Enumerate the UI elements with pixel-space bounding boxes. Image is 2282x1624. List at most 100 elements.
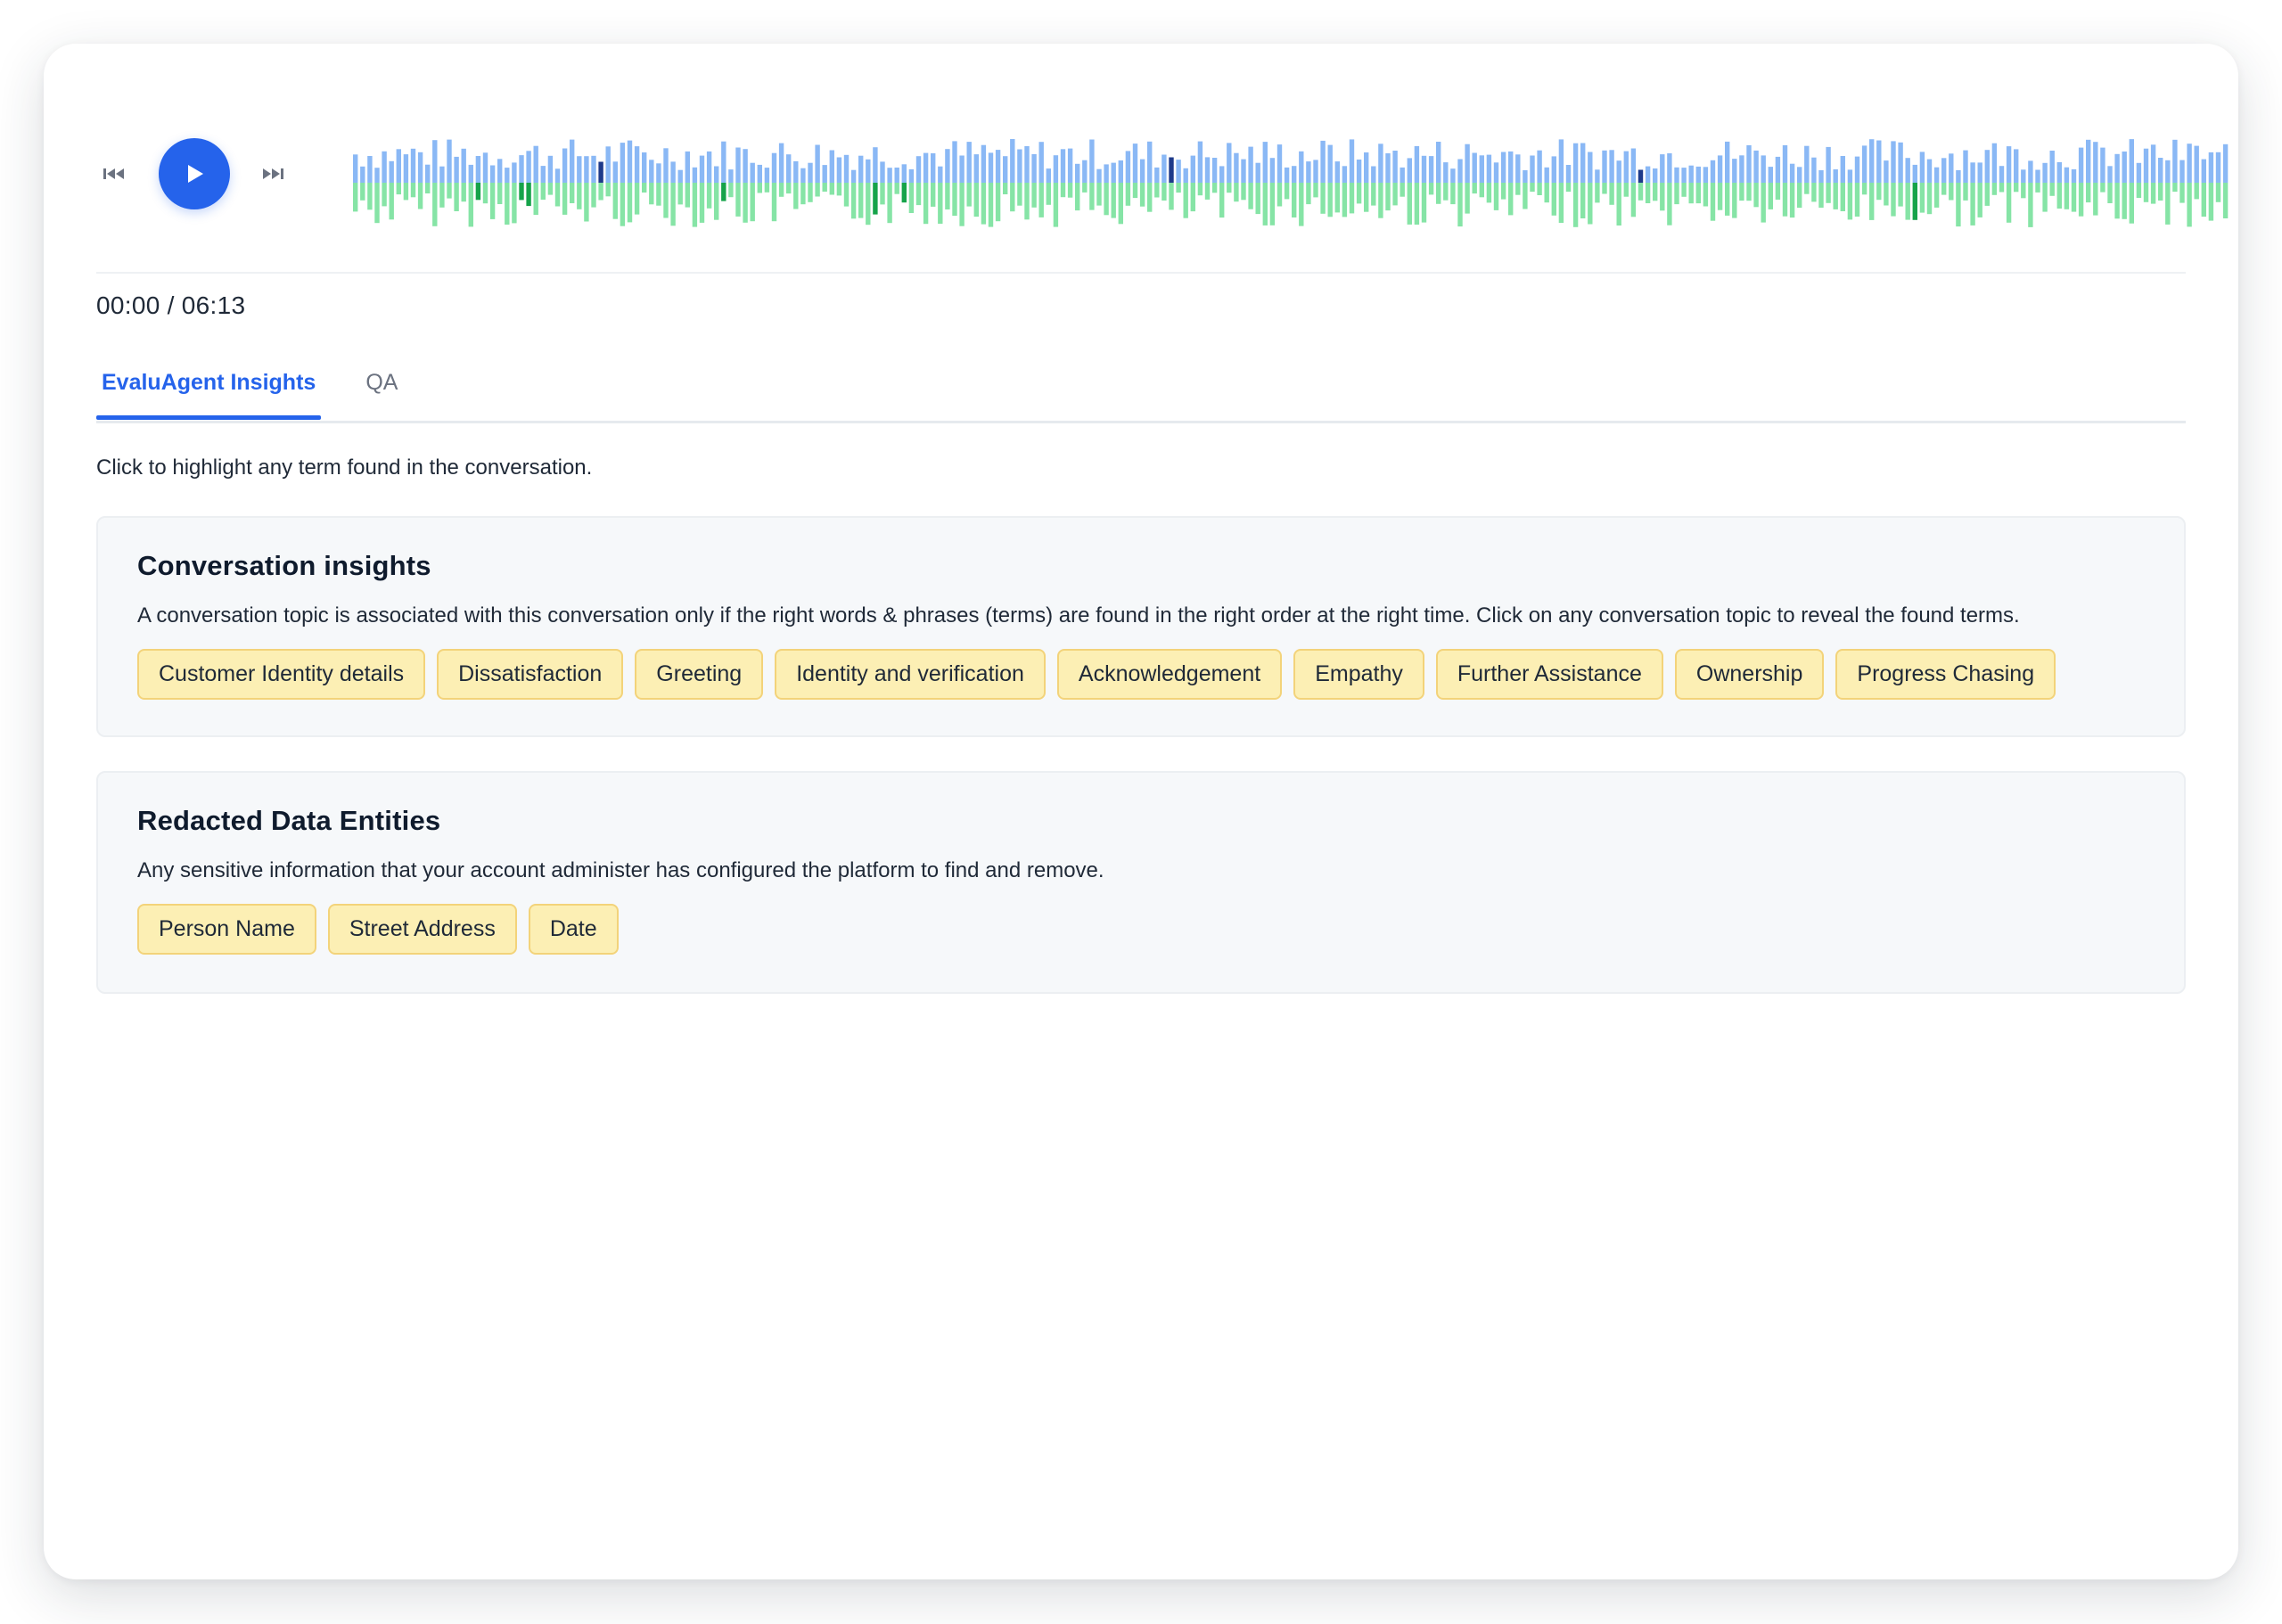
waveform-bar-bottom (1523, 183, 1528, 209)
waveform-bar-bottom (1941, 183, 1947, 195)
topic-chip-further-assistance[interactable]: Further Assistance (1435, 649, 1663, 701)
waveform-bar-top (1949, 153, 1954, 183)
waveform-bar-top (1479, 155, 1484, 183)
waveform-bar-bottom (1385, 183, 1391, 211)
waveform-bar-top (1024, 146, 1030, 183)
entity-chip-person-name[interactable]: Person Name (137, 904, 316, 956)
waveform-bar-bottom (714, 183, 719, 220)
waveform-bar-top (353, 154, 358, 183)
waveform-bar-bottom (1067, 183, 1073, 198)
waveform-bar-top (1956, 169, 1961, 183)
waveform-bar-bottom (627, 183, 633, 223)
waveform-bar-top (1276, 144, 1283, 183)
playback-time: 00:00 / 06:13 (96, 291, 246, 319)
waveform-bar-top (1847, 169, 1853, 183)
waveform-bar-top (2042, 162, 2048, 183)
waveform-bar-top (901, 164, 907, 183)
waveform-bar-top (2049, 151, 2055, 183)
waveform-bar-bottom (1537, 183, 1542, 195)
waveform-bar-bottom (1234, 183, 1239, 202)
waveform-bar-top (699, 155, 705, 183)
audio-waveform[interactable] (353, 136, 2230, 229)
waveform-bar-bottom (1147, 183, 1153, 212)
waveform-bar-bottom (1789, 183, 1795, 218)
waveform-bar-top (505, 168, 510, 183)
waveform-bar-top (1984, 150, 1990, 183)
waveform-bar-top (764, 168, 770, 183)
waveform-bar-top (829, 150, 834, 183)
waveform-bar-bottom (1414, 183, 1420, 225)
topic-chip-progress-chasing[interactable]: Progress Chasing (1835, 649, 2056, 701)
waveform-bar-bottom (1602, 183, 1607, 194)
topic-chip-customer-identity-details[interactable]: Customer Identity details (137, 649, 426, 701)
topic-chip-greeting[interactable]: Greeting (635, 649, 764, 701)
topic-chip-acknowledgement[interactable]: Acknowledgement (1056, 649, 1283, 701)
waveform-bar-top (1869, 139, 1875, 183)
waveform-bar-bottom (2215, 183, 2221, 202)
waveform-bar-top (1154, 167, 1160, 183)
waveform-bar-top (1884, 160, 1889, 183)
waveform-bar-top (482, 152, 488, 183)
tab-qa[interactable]: QA (360, 357, 403, 417)
topic-chip-dissatisfaction[interactable]: Dissatisfaction (437, 649, 624, 701)
waveform-bar-top (2222, 144, 2229, 183)
waveform-bar-bottom (2222, 183, 2229, 218)
waveform-bar-top (2064, 167, 2070, 183)
waveform-bar-bottom (547, 183, 554, 195)
waveform-bar-bottom (1276, 183, 1283, 207)
waveform-bar-bottom (562, 183, 568, 215)
waveform-bar-bottom (1125, 183, 1131, 206)
topic-chip-identity-and-verification[interactable]: Identity and verification (775, 649, 1046, 701)
waveform-bar-top (454, 156, 459, 183)
waveform-bar-bottom (1255, 183, 1260, 215)
entity-chip-street-address[interactable]: Street Address (327, 904, 517, 956)
waveform-bar-bottom (2028, 183, 2033, 227)
waveform-bar-bottom (1269, 183, 1276, 226)
waveform-bar-top (923, 152, 929, 183)
waveform-bar-top (627, 140, 633, 183)
waveform-bar-bottom (764, 183, 770, 193)
waveform-bar-top (656, 163, 661, 183)
waveform-bar-bottom (2172, 183, 2178, 193)
waveform-bar-bottom (642, 183, 647, 193)
waveform-bar-bottom (1457, 183, 1463, 227)
waveform-bar-top (2215, 152, 2221, 183)
play-button[interactable] (159, 138, 230, 209)
waveform-bar-top (1695, 166, 1701, 183)
waveform-bar-bottom (2064, 183, 2070, 209)
waveform-bar-top (1876, 140, 1882, 183)
waveform-bar-top (2201, 159, 2206, 183)
skip-forward-button[interactable] (255, 156, 291, 192)
waveform-bar-top (836, 157, 842, 183)
waveform-bar-top (577, 156, 582, 183)
waveform-bar-top (1905, 158, 1910, 183)
waveform-bar-top (512, 162, 517, 183)
waveform-bar-top (743, 149, 748, 183)
waveform-bar-top (1580, 143, 1586, 183)
audio-insights-card: 00:00 / 06:13 EvaluAgent Insights QA Cli… (44, 44, 2238, 1579)
waveform-bar-bottom (1861, 183, 1867, 195)
topic-chip-empathy[interactable]: Empathy (1293, 649, 1424, 701)
skip-back-button[interactable] (96, 156, 132, 192)
waveform-bar-top (1211, 158, 1218, 183)
conversation-insights-panel: Conversation insights A conversation top… (96, 516, 2186, 737)
waveform-bar-top (894, 168, 899, 183)
waveform-bar-bottom (1876, 183, 1882, 201)
waveform-bar-bottom (1732, 183, 1737, 218)
waveform-bar-top (670, 161, 676, 183)
waveform-bar-top (1407, 158, 1412, 183)
waveform-bar-bottom (850, 183, 857, 219)
waveform-bar-bottom (454, 183, 459, 211)
waveform-bar-top (1811, 157, 1817, 183)
waveform-bar-bottom (656, 183, 661, 206)
waveform-bar-bottom (995, 183, 1001, 222)
tab-evaluagent-insights[interactable]: EvaluAgent Insights (96, 357, 322, 420)
waveform-bar-bottom (1558, 183, 1564, 223)
topic-chip-ownership[interactable]: Ownership (1674, 649, 1825, 701)
waveform-bar-bottom (1674, 183, 1679, 205)
entity-chip-date[interactable]: Date (528, 904, 619, 956)
waveform-bar-top (1912, 164, 1917, 183)
waveform-bar-top (1038, 142, 1044, 183)
waveform-bar-top (1588, 152, 1593, 183)
waveform-bar-bottom (2021, 183, 2026, 199)
